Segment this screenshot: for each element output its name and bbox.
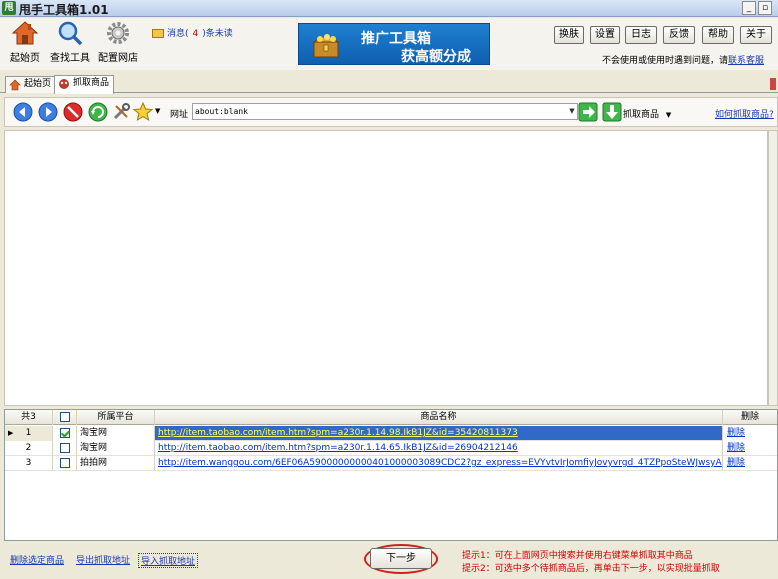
envelope-icon xyxy=(152,29,164,38)
log-button[interactable]: 日志 xyxy=(625,26,657,44)
products-table: 共3 所属平台 商品名称 删除 ▶ 1 淘宝网 http://item.taobao.… xyxy=(4,409,778,471)
count-header: 共3 xyxy=(5,410,53,425)
close-tab-icon[interactable] xyxy=(770,78,776,90)
select-all-cell xyxy=(53,410,77,425)
tools-icon[interactable] xyxy=(111,102,131,122)
help-button[interactable]: 帮助 xyxy=(702,26,734,44)
export-urls-link[interactable]: 导出抓取地址 xyxy=(76,553,130,566)
back-arrow-icon[interactable] xyxy=(13,102,33,122)
window-title: 甩手工具箱1.01 xyxy=(19,3,109,17)
table-row[interactable]: 3 拍拍网 http://item.wanggou.com/6EF06A590000… xyxy=(5,456,777,471)
gear-icon xyxy=(107,22,129,44)
app-icon: 甩 xyxy=(2,1,16,15)
table-empty-area xyxy=(4,471,778,541)
row-pointer-icon: ▶ xyxy=(8,429,14,437)
grab-icon xyxy=(59,79,69,89)
favorites-star-icon[interactable] xyxy=(133,102,153,122)
find-tools-button[interactable]: 查找工具 xyxy=(46,20,94,64)
next-step-button[interactable]: 下一步 xyxy=(370,548,432,569)
refresh-icon[interactable] xyxy=(88,102,108,122)
home-icon xyxy=(12,21,38,45)
title-bar: 甩 甩手工具箱1.01 _ ▫ xyxy=(0,0,778,17)
footer-bar: 删除选定商品 导出抓取地址 导入抓取地址 下一步 提示1：可在上面网页中搜索并使… xyxy=(0,544,778,579)
row-checkbox[interactable] xyxy=(59,458,70,468)
platform-header[interactable]: 所属平台 xyxy=(77,410,155,425)
skin-button[interactable]: 换肤 xyxy=(554,26,584,44)
row-platform: 淘宝网 xyxy=(77,426,155,441)
grab-download-icon[interactable] xyxy=(602,102,622,122)
table-row[interactable]: ▶ 1 淘宝网 http://item.taobao.com/item.htm?spm… xyxy=(5,426,777,441)
minimize-button[interactable]: _ xyxy=(742,1,756,15)
grab-dropdown-icon: ▼ xyxy=(665,111,672,119)
row-delete-link[interactable]: 删除 xyxy=(723,441,777,456)
table-row[interactable]: 2 淘宝网 http://item.taobao.com/item.htm?spm=… xyxy=(5,441,777,456)
about-button[interactable]: 关于 xyxy=(740,26,772,44)
row-checkbox-cell xyxy=(53,441,77,456)
row-index: 3 xyxy=(5,456,53,471)
row-product-url[interactable]: http://item.wanggou.com/6EF06A5900000000… xyxy=(155,456,723,471)
row-checkbox-cell xyxy=(53,456,77,471)
tip-2: 提示2：可选中多个待抓商品后，再单击下一步，以实现批量抓取 xyxy=(462,564,720,574)
stop-icon[interactable] xyxy=(63,102,83,122)
magnifier-icon xyxy=(58,21,83,46)
web-view[interactable] xyxy=(4,130,768,406)
tab-strip: 起始页 抓取商品 xyxy=(0,73,778,94)
row-index: 2 xyxy=(5,441,53,456)
address-input[interactable]: about:blank xyxy=(192,103,578,120)
restore-button[interactable]: ▫ xyxy=(758,1,772,15)
browser-nav-bar: ▼ 网址 about:blank ▼ 抓取商品 ▼ 如何抓取商品? xyxy=(4,97,778,127)
row-platform: 淘宝网 xyxy=(77,441,155,456)
row-platform: 拍拍网 xyxy=(77,456,155,471)
tab-grab-products[interactable]: 抓取商品 xyxy=(54,75,115,94)
tab-home[interactable]: 起始页 xyxy=(5,76,57,93)
address-dropdown-icon[interactable]: ▼ xyxy=(567,104,577,119)
favorites-dropdown-icon[interactable]: ▼ xyxy=(155,107,160,115)
row-delete-link[interactable]: 删除 xyxy=(723,426,777,441)
promo-banner[interactable]: 推广工具箱 获高额分成 xyxy=(298,23,490,65)
delete-header: 删除 xyxy=(740,412,759,422)
row-product-url[interactable]: http://item.taobao.com/item.htm?spm=a230… xyxy=(155,426,723,441)
delete-selected-link[interactable]: 删除选定商品 xyxy=(10,553,64,566)
select-all-checkbox[interactable] xyxy=(59,412,70,422)
import-urls-link[interactable]: 导入抓取地址 xyxy=(138,553,199,568)
address-label: 网址 xyxy=(170,110,189,120)
forward-arrow-icon[interactable] xyxy=(38,102,58,122)
contact-support-link[interactable]: 联系客服 xyxy=(728,56,764,66)
row-checkbox-cell xyxy=(53,426,77,441)
row-checkbox[interactable] xyxy=(59,443,70,453)
row-product-url[interactable]: http://item.taobao.com/item.htm?spm=a230… xyxy=(155,441,723,456)
message-count: 4 xyxy=(192,29,199,39)
support-note: 不会使用或使用时遇到问题，请联系客服 xyxy=(602,56,765,66)
feedback-button[interactable]: 反馈 xyxy=(663,26,695,44)
home-icon xyxy=(9,79,21,91)
tip-1: 提示1：可在上面网页中搜索并使用右键菜单抓取其中商品 xyxy=(462,551,693,561)
name-header[interactable]: 商品名称 xyxy=(155,410,723,425)
go-arrow-icon[interactable] xyxy=(578,102,598,122)
config-store-button[interactable]: 配置网店 xyxy=(94,20,142,64)
table-header: 共3 所属平台 商品名称 删除 xyxy=(5,410,777,425)
row-index: ▶ 1 xyxy=(5,426,53,441)
message-notice[interactable]: 消息(4)条未读 xyxy=(152,26,233,39)
settings-button[interactable]: 设置 xyxy=(590,26,620,44)
main-toolbar: 起始页 查找工具 配置网店 消息(4)条未读 推广工具箱 获高额分成 换肤 设 xyxy=(0,18,778,70)
row-checkbox[interactable] xyxy=(59,428,70,438)
home-button[interactable]: 起始页 xyxy=(1,20,49,64)
row-delete-link[interactable]: 删除 xyxy=(723,456,777,471)
treasure-chest-icon xyxy=(312,34,340,58)
how-to-grab-link[interactable]: 如何抓取商品? xyxy=(715,107,774,120)
grab-products-menu[interactable]: 抓取商品 ▼ xyxy=(623,107,671,120)
web-view-scrollbar[interactable] xyxy=(768,130,778,406)
